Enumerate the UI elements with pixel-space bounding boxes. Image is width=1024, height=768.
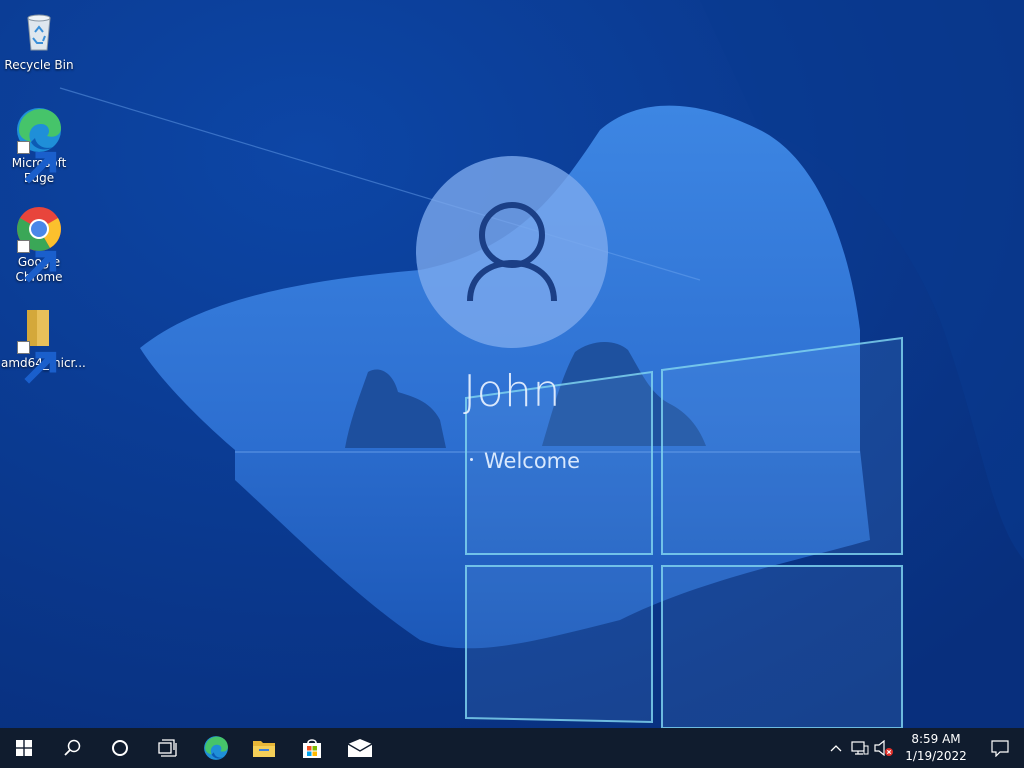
task-view-icon [158,739,177,757]
system-tray: 8:59 AM 1/19/2022 [824,728,1024,768]
chrome-icon [15,205,63,283]
mail-icon [347,739,373,757]
task-view-button[interactable] [144,728,192,768]
volume-muted-icon [874,740,893,756]
volume-button[interactable] [872,728,896,768]
file-explorer-icon [253,741,275,757]
microsoft-store-icon [303,739,321,758]
start-button[interactable] [0,728,48,768]
cortana-button[interactable] [96,728,144,768]
show-hidden-icons-button[interactable] [824,728,848,768]
folder-icon [15,306,63,384]
user-avatar [416,156,608,348]
desktop-icon-amd64-folder[interactable]: amd64_micr... [0,306,86,384]
clock[interactable]: 8:59 AM 1/19/2022 [896,728,976,768]
network-icon [851,741,869,755]
welcome-status: Welcome [470,446,580,476]
taskbar: 8:59 AM 1/19/2022 [0,728,1024,768]
action-center-icon [991,740,1009,757]
desktop-icon-recycle-bin[interactable]: Recycle Bin [0,8,78,73]
user-name: John [463,366,561,417]
search-button[interactable] [48,728,96,768]
desktop-icon-microsoft-edge[interactable]: Microsoft Edge [0,106,78,186]
mail-button[interactable] [336,728,384,768]
loading-spinner [470,446,476,476]
network-button[interactable] [848,728,872,768]
desktop-icon-label: Recycle Bin [4,58,74,72]
welcome-text: Welcome [484,449,581,473]
shortcut-arrow-icon [17,341,57,384]
file-explorer-button[interactable] [240,728,288,768]
store-button[interactable] [288,728,336,768]
clock-date: 1/19/2022 [905,749,967,763]
edge-taskbar-button[interactable] [192,728,240,768]
user-avatar-icon [467,202,557,302]
clock-time: 8:59 AM [911,732,961,746]
action-center-button[interactable] [976,728,1024,768]
search-icon [64,739,81,756]
chevron-up-icon [830,745,842,752]
edge-icon [15,106,63,184]
recycle-bin-icon [15,8,63,56]
edge-icon [204,736,228,760]
desktop-icon-google-chrome[interactable]: Google Chrome [0,205,78,285]
cortana-circle-icon [112,740,128,756]
shortcut-arrow-icon [17,240,57,283]
shortcut-arrow-icon [17,141,57,184]
windows-logo-icon [16,740,32,756]
